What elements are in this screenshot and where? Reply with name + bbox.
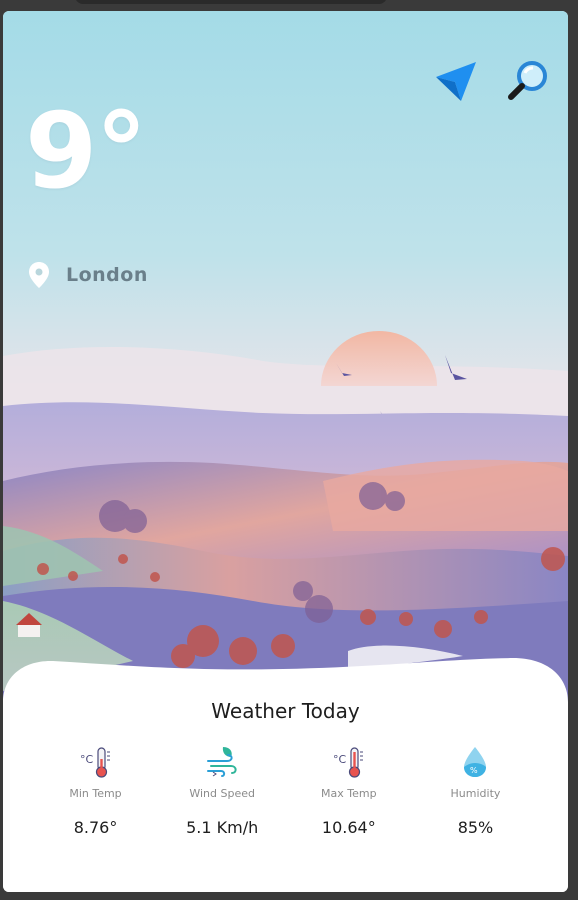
stat-value: 8.76° xyxy=(73,818,118,837)
svg-text:°C: °C xyxy=(80,753,94,766)
location-row: London xyxy=(28,261,148,289)
thermometer-hot-icon: °C xyxy=(333,747,363,778)
use-location-button[interactable] xyxy=(434,59,478,103)
svg-text:%: % xyxy=(470,766,478,775)
stat-max-temp: °C Max Temp 10.64° xyxy=(286,745,411,837)
current-temperature: 9° xyxy=(25,90,147,212)
top-actions xyxy=(434,59,550,103)
stat-min-temp: °C Min Temp 8.76° xyxy=(33,745,158,837)
device-notch xyxy=(75,0,387,4)
stat-value: 5.1 Km/h xyxy=(186,818,259,837)
weather-today-card: Weather Today °C Min Temp 8.76° Wind Spe… xyxy=(3,657,568,892)
stat-value: 10.64° xyxy=(321,818,376,837)
stat-value: 85% xyxy=(457,818,494,837)
thermometer-cold-icon: °C xyxy=(80,747,110,778)
water-drop-icon: % xyxy=(464,747,487,777)
weather-today-title: Weather Today xyxy=(211,699,360,723)
magnifier-icon xyxy=(508,61,547,100)
svg-text:°C: °C xyxy=(333,753,347,766)
stat-label: Humidity xyxy=(450,787,501,800)
weather-app: 9° London Weather Today °C Min Temp 8.76… xyxy=(3,11,568,892)
location-pin-icon xyxy=(29,262,49,288)
navigation-arrow-icon xyxy=(436,62,476,101)
city-name: London xyxy=(66,264,148,286)
stat-label: Wind Speed xyxy=(189,787,255,800)
wind-leaf-icon xyxy=(207,747,237,777)
search-button[interactable] xyxy=(506,59,550,103)
stat-humidity: % Humidity 85% xyxy=(413,745,538,837)
stat-wind-speed: Wind Speed 5.1 Km/h xyxy=(160,745,285,837)
stat-label: Max Temp xyxy=(321,787,377,800)
stats-row: °C Min Temp 8.76° Wind Speed 5.1 Km/h °C… xyxy=(33,745,538,837)
stat-label: Min Temp xyxy=(69,787,122,800)
